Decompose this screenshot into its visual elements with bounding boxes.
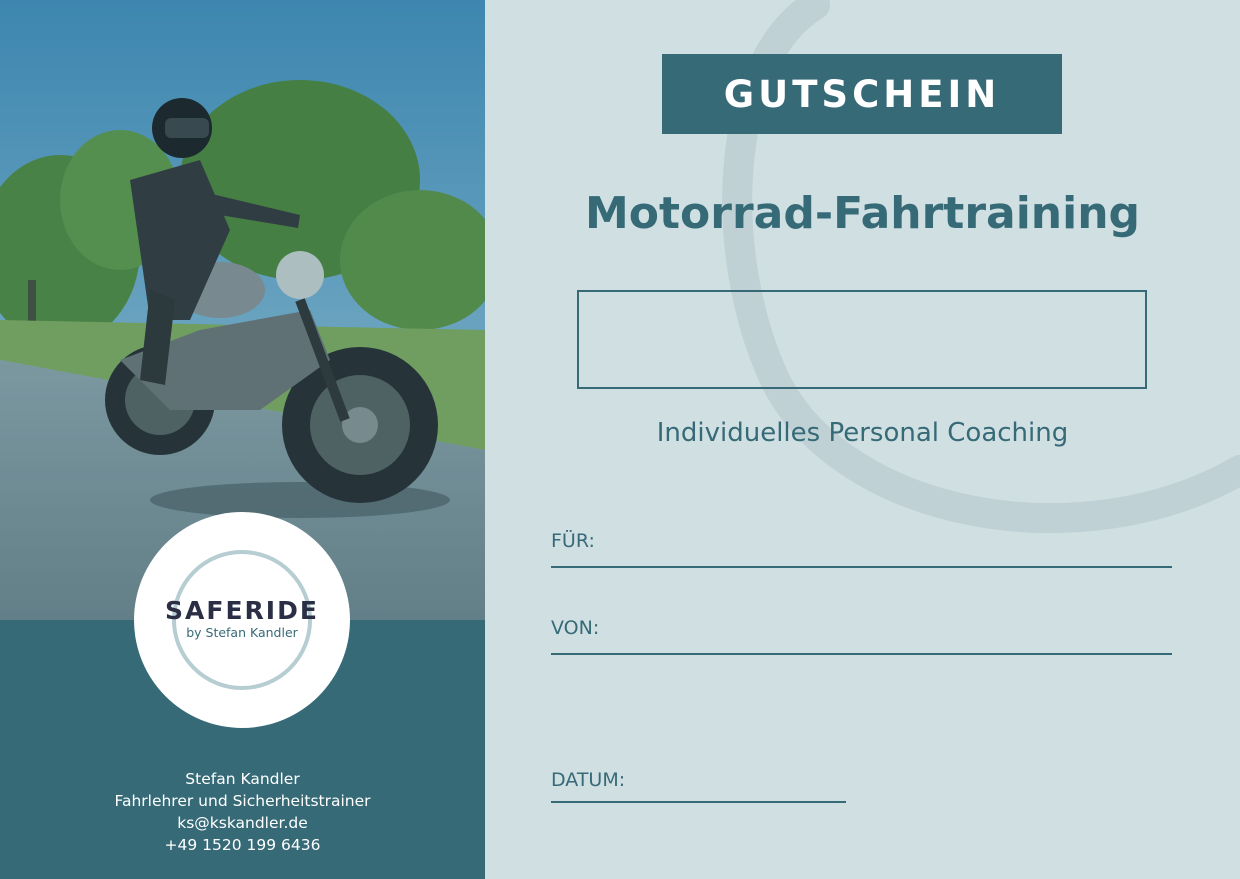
for-label: FÜR: — [551, 530, 595, 552]
for-line[interactable] — [551, 566, 1172, 568]
voucher-title: Motorrad-Fahrtraining — [584, 188, 1141, 239]
contact-name: Stefan Kandler — [185, 770, 300, 788]
voucher-subtitle: Individuelles Personal Coaching — [656, 418, 1069, 448]
logo-byline: by Stefan Kandler — [186, 625, 298, 640]
contact-role: Fahrlehrer und Sicherheitstrainer — [114, 792, 371, 810]
contact-email: ks@kskandler.de — [177, 814, 308, 832]
voucher-heading-box: GUTSCHEIN — [662, 54, 1062, 134]
date-line[interactable] — [551, 801, 846, 803]
logo-wordmark: SAFERIDE — [165, 596, 319, 625]
saferide-logo: SAFERIDE by Stefan Kandler — [134, 512, 350, 728]
contact-phone: +49 1520 199 6436 — [164, 836, 321, 854]
contact-block: Stefan Kandler Fahrlehrer und Sicherheit… — [0, 768, 485, 856]
voucher-value-box[interactable] — [577, 290, 1147, 389]
voucher-panel: GUTSCHEIN Motorrad-Fahrtraining Individu… — [485, 0, 1240, 879]
date-label: DATUM: — [551, 769, 626, 791]
voucher-heading: GUTSCHEIN — [723, 72, 1001, 116]
from-label: VON: — [551, 617, 600, 639]
from-line[interactable] — [551, 653, 1172, 655]
left-panel: SAFERIDE by Stefan Kandler Stefan Kandle… — [0, 0, 485, 879]
